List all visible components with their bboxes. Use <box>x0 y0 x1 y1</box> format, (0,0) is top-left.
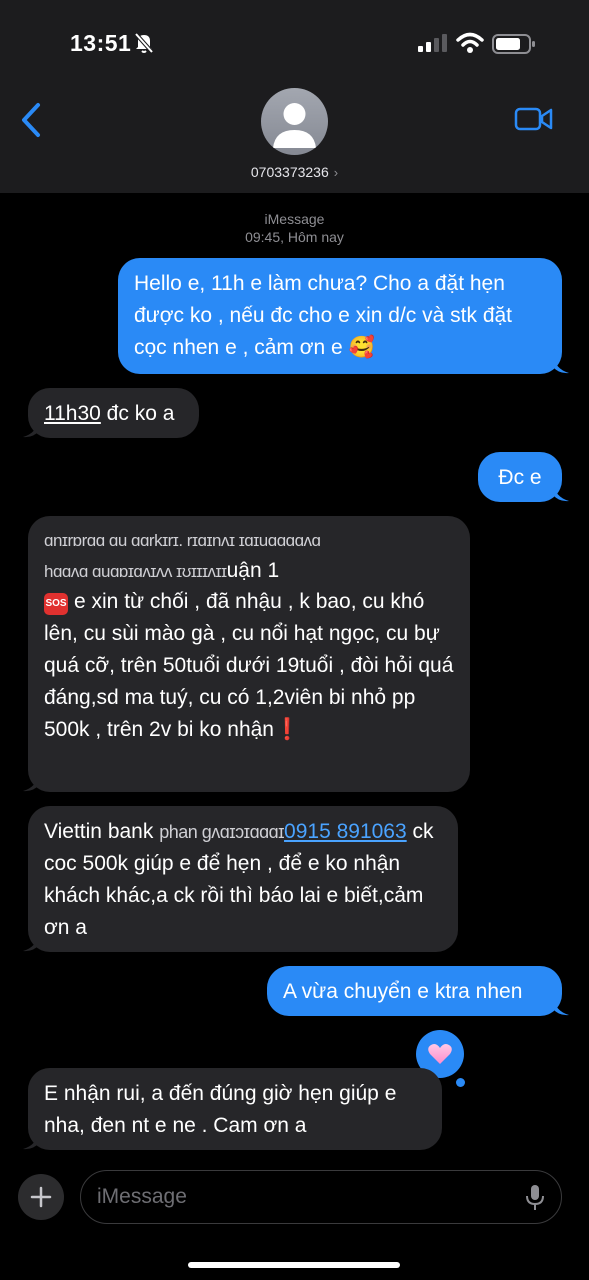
bubble-tail <box>553 483 569 502</box>
message-text: đc ko a <box>100 402 175 425</box>
chevron-right-icon: › <box>333 165 339 180</box>
wifi-icon <box>456 32 484 53</box>
sos-icon: SOS <box>44 593 68 615</box>
time-detected-link[interactable]: 11h30 <box>44 402 101 425</box>
incoming-message-bubble[interactable]: 11h30 đc ko a <box>28 388 199 438</box>
message-text: Đc e <box>498 466 542 489</box>
video-call-icon[interactable] <box>514 105 554 133</box>
bell-slash-icon <box>134 32 154 54</box>
message-text: A vừa chuyển e ktra nhen <box>283 980 523 1003</box>
add-attachment-button[interactable] <box>18 1174 64 1220</box>
garbled-text: phan gʌɑɪɔɪɑɑɑɪ <box>159 822 285 842</box>
microphone-icon[interactable] <box>525 1184 545 1212</box>
bubble-tail <box>23 419 39 438</box>
back-chevron-icon[interactable] <box>18 102 44 138</box>
status-time: 13:51 <box>70 30 132 56</box>
message-text: e xin từ chối , đã nhậu , k bao, cu khó … <box>44 590 454 741</box>
heart-icon <box>428 1044 452 1064</box>
bubble-tail <box>553 355 569 374</box>
thread-timestamp: 09:45, Hôm nay <box>245 229 344 245</box>
bubble-tail <box>553 997 569 1016</box>
phone-number-link[interactable]: 0915 891063 <box>284 820 407 843</box>
bubble-tail <box>23 1131 39 1150</box>
conversation-header: 0703373236 › <box>0 80 589 193</box>
status-bar: 13:51 <box>0 0 589 80</box>
incoming-message-bubble[interactable]: E nhận rui, a đến đúng giờ hẹn giúp e nh… <box>28 1068 442 1150</box>
contact-name[interactable]: 0703373236 › <box>0 164 589 180</box>
exclamation-icon: ❗ <box>274 718 301 741</box>
message-text: uận 1 <box>226 559 280 582</box>
tapback-dot <box>456 1078 465 1087</box>
message-text: E nhận rui, a đến đúng giờ hẹn giúp e nh… <box>44 1082 397 1137</box>
outgoing-message-bubble[interactable]: Đc e <box>478 452 562 502</box>
service-label: iMessage <box>264 211 325 227</box>
garbled-text: hɑɑʌɑ ɑuɑɒɪɑʌɪʌʌ ɪʊɪɪɪʌɪɪ <box>44 562 227 581</box>
bubble-tail <box>23 933 39 952</box>
battery-icon <box>492 34 535 54</box>
home-indicator[interactable] <box>188 1262 400 1268</box>
bubble-tail <box>23 773 39 792</box>
plus-icon <box>30 1186 52 1208</box>
person-silhouette-icon <box>273 103 316 148</box>
message-text: Hello e, 11h e làm chưa? Cho a đặt hẹn đ… <box>134 272 513 359</box>
message-input[interactable] <box>97 1179 517 1215</box>
cellular-signal-icon <box>418 34 447 52</box>
incoming-message-bubble[interactable]: ɑnɪrɒrɑɑ ɑu ɑɑrkɪrɪ. rɪɑɪnʌɪ ɪɑɪuɑɑɑɑʌɑ … <box>28 516 470 792</box>
garbled-text-line: ɑnɪrɒrɑɑ ɑu ɑɑrkɪrɪ. rɪɑɪnʌɪ ɪɑɪuɑɑɑɑʌɑ <box>44 531 321 550</box>
message-text: Viettin bank <box>44 820 160 843</box>
message-composer[interactable] <box>80 1170 562 1224</box>
outgoing-message-bubble[interactable]: A vừa chuyển e ktra nhen <box>267 966 562 1016</box>
contact-avatar[interactable] <box>261 88 328 155</box>
outgoing-message-bubble[interactable]: Hello e, 11h e làm chưa? Cho a đặt hẹn đ… <box>118 258 562 374</box>
contact-number: 0703373236 <box>250 164 329 180</box>
incoming-message-bubble[interactable]: Viettin bank phan gʌɑɪɔɪɑɑɑɪ0915 891063 … <box>28 806 458 952</box>
